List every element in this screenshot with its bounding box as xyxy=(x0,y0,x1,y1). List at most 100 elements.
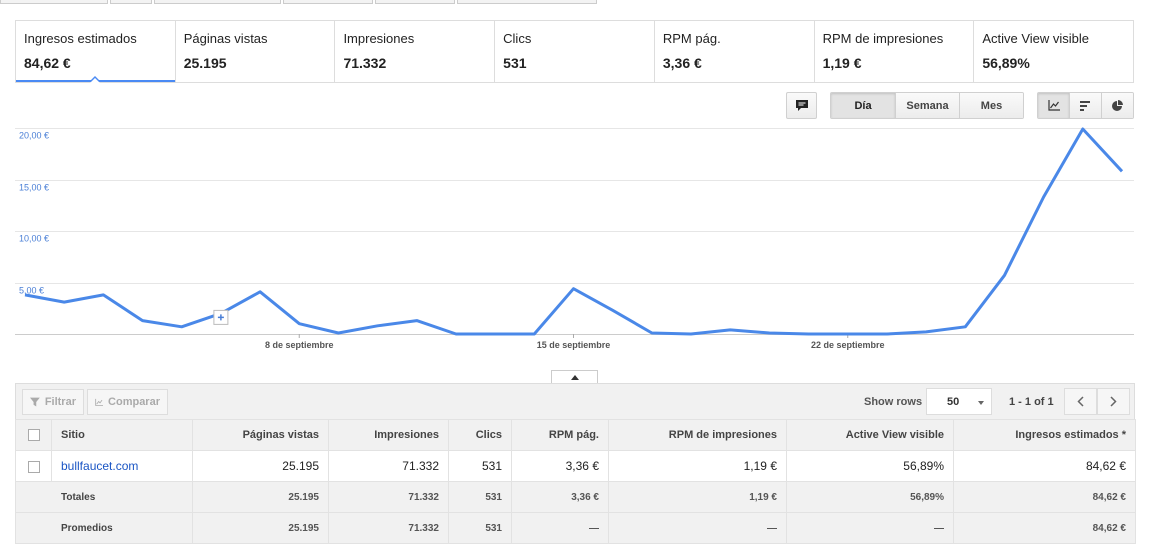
next-page-button[interactable] xyxy=(1097,388,1130,415)
data-point[interactable] xyxy=(806,331,812,337)
top-tab[interactable] xyxy=(375,0,455,4)
compare-button[interactable]: Comparar xyxy=(87,389,168,415)
data-point[interactable] xyxy=(61,299,67,305)
data-point[interactable] xyxy=(884,331,890,337)
line-chart-button[interactable] xyxy=(1038,93,1070,118)
total-ingresos-estimados: 84,62 € xyxy=(953,481,1136,513)
data-point[interactable] xyxy=(845,331,851,337)
chart-type-selector xyxy=(1037,92,1134,119)
column-header-sitio[interactable]: Sitio xyxy=(51,419,193,451)
show-rows-label: Show rows xyxy=(864,396,923,408)
metric-ingresos-estimados[interactable]: Ingresos estimados 84,62 € xyxy=(16,21,175,83)
site-link[interactable]: bullfaucet.com xyxy=(61,459,138,473)
top-tab[interactable] xyxy=(283,0,373,4)
filter-icon xyxy=(30,397,40,407)
pie-chart-icon xyxy=(1111,100,1123,111)
filter-label: Filtrar xyxy=(44,396,76,408)
data-point[interactable] xyxy=(257,289,263,295)
column-header-active-view[interactable]: Active View visible xyxy=(786,419,954,451)
rows-per-page-select[interactable]: 50 xyxy=(926,388,992,415)
column-header-rpm-impresiones[interactable]: RPM de impresiones xyxy=(608,419,787,451)
metric-rpm-impresiones[interactable]: RPM de impresiones 1,19 € xyxy=(813,21,974,82)
top-tab[interactable] xyxy=(457,0,597,4)
bar-chart-button[interactable] xyxy=(1069,93,1101,118)
row-select-cell[interactable] xyxy=(15,450,52,482)
total-paginas-vistas: 25.195 xyxy=(192,481,329,513)
column-header-rpm-pag[interactable]: RPM pág. xyxy=(511,419,609,451)
metric-paginas-vistas[interactable]: Páginas vistas 25.195 xyxy=(174,21,335,82)
data-point[interactable] xyxy=(1119,168,1125,174)
period-selector: Día Semana Mes xyxy=(830,92,1024,119)
data-point[interactable] xyxy=(727,327,733,333)
metrics-scorecard: Ingresos estimados 84,62 € Páginas vista… xyxy=(15,20,1134,83)
data-point[interactable] xyxy=(335,330,341,336)
select-all-cell[interactable] xyxy=(15,419,52,451)
data-point[interactable] xyxy=(100,292,106,298)
period-month-button[interactable]: Mes xyxy=(959,93,1023,118)
data-point[interactable] xyxy=(531,331,537,337)
data-point[interactable] xyxy=(22,292,28,298)
prev-page-button[interactable] xyxy=(1064,388,1097,415)
total-impresiones: 71.332 xyxy=(328,481,449,513)
bar-chart-icon xyxy=(1080,100,1090,111)
data-point[interactable] xyxy=(688,331,694,337)
select-all-checkbox[interactable] xyxy=(27,429,40,442)
top-tab[interactable] xyxy=(154,0,281,4)
cell-impresiones: 71.332 xyxy=(328,450,449,482)
data-point[interactable] xyxy=(610,307,616,313)
speech-bubble-icon xyxy=(795,100,808,111)
data-point[interactable] xyxy=(296,321,302,327)
total-rpm-pag: 3,36 € xyxy=(511,481,609,513)
data-point[interactable] xyxy=(453,331,459,337)
metric-value: 25.195 xyxy=(183,55,227,71)
data-point[interactable] xyxy=(571,286,577,292)
total-active-view: 56,89% xyxy=(786,481,954,513)
data-point[interactable] xyxy=(1001,272,1007,278)
compare-label: Comparar xyxy=(108,396,160,408)
column-header-paginas-vistas[interactable]: Páginas vistas xyxy=(192,419,329,451)
data-point[interactable] xyxy=(962,324,968,330)
chevron-right-icon xyxy=(1110,396,1117,407)
data-point[interactable] xyxy=(492,331,498,337)
row-checkbox[interactable] xyxy=(27,460,40,473)
period-week-button[interactable]: Semana xyxy=(895,93,959,118)
y-tick-label: 15,00 € xyxy=(19,183,49,193)
cell-rpm-impresiones: 1,19 € xyxy=(608,450,787,482)
metric-label: RPM de impresiones xyxy=(822,31,944,46)
total-clics: 531 xyxy=(448,481,512,513)
y-tick-label: 10,00 € xyxy=(19,234,49,244)
cell-ingresos-estimados: 84,62 € xyxy=(953,450,1136,482)
metric-label: Impresiones xyxy=(343,31,415,46)
column-header-clics[interactable]: Clics xyxy=(448,419,512,451)
avg-rpm-pag: — xyxy=(511,512,609,544)
metric-label: RPM pág. xyxy=(662,31,721,46)
metric-rpm-pag[interactable]: RPM pág. 3,36 € xyxy=(653,21,814,82)
data-point[interactable] xyxy=(1080,126,1086,132)
annotation-button[interactable] xyxy=(786,92,817,119)
collapse-chart-toggle[interactable] xyxy=(551,370,598,384)
pie-chart-button[interactable] xyxy=(1100,93,1133,118)
data-point[interactable] xyxy=(766,330,772,336)
data-point[interactable] xyxy=(375,323,381,329)
column-header-impresiones[interactable]: Impresiones xyxy=(328,419,449,451)
metric-impresiones[interactable]: Impresiones 71.332 xyxy=(334,21,494,82)
data-point[interactable] xyxy=(414,318,420,324)
period-day-button[interactable]: Día xyxy=(831,93,895,118)
avg-ingresos-estimados: 84,62 € xyxy=(953,512,1136,544)
avg-impresiones: 71.332 xyxy=(328,512,449,544)
metric-value: 531 xyxy=(503,55,527,71)
metric-active-view-visible[interactable]: Active View visible 56,89% xyxy=(973,21,1133,82)
x-tick-label: 15 de septiembre xyxy=(537,340,611,350)
top-tab[interactable] xyxy=(0,0,108,4)
filter-button[interactable]: Filtrar xyxy=(22,389,84,415)
data-point[interactable] xyxy=(1041,194,1047,200)
data-point[interactable] xyxy=(179,324,185,330)
column-header-ingresos-estimados[interactable]: Ingresos estimados * xyxy=(953,419,1136,451)
top-tab[interactable] xyxy=(110,0,152,4)
data-point[interactable] xyxy=(140,318,146,324)
metric-clics[interactable]: Clics 531 xyxy=(494,21,654,82)
data-point[interactable] xyxy=(923,329,929,335)
data-point[interactable] xyxy=(649,330,655,336)
avg-rpm-impresiones: — xyxy=(608,512,787,544)
totals-row: Totales 25.195 71.332 531 3,36 € 1,19 € … xyxy=(15,481,1136,513)
